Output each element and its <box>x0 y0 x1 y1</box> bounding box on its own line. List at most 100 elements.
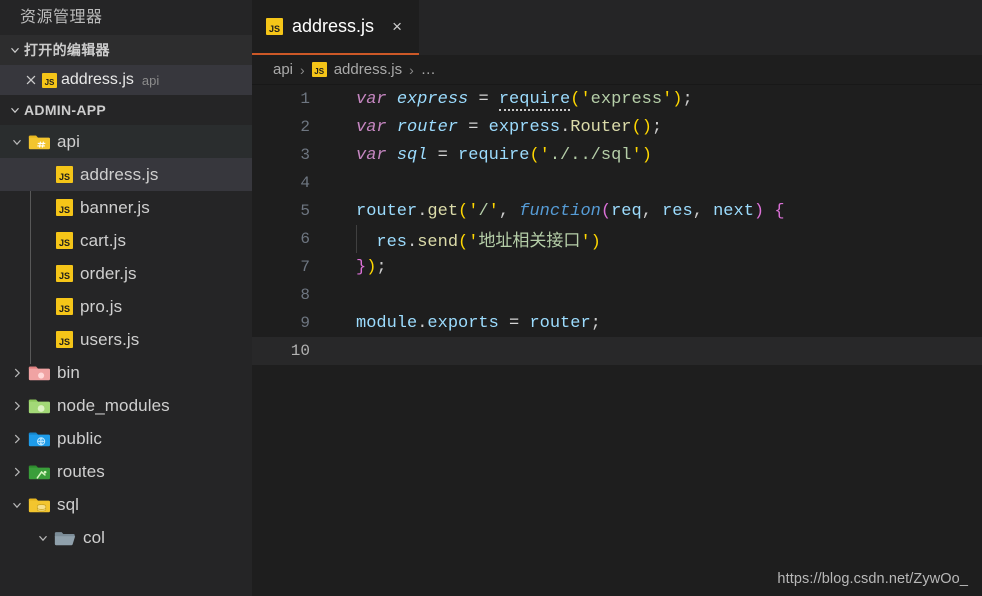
tree-item-label: node_modules <box>57 395 170 415</box>
tree-item-cart-js[interactable]: JS cart.js <box>0 224 252 257</box>
line-number: 9 <box>300 314 310 332</box>
tree-item-public[interactable]: public <box>0 422 252 455</box>
tree-item-label: bin <box>57 362 80 382</box>
chevron-down-icon <box>8 496 26 514</box>
tree-item-banner-js[interactable]: JS banner.js <box>0 191 252 224</box>
breadcrumb-item-symbols[interactable]: … <box>421 61 437 78</box>
js-file-icon: JS <box>56 232 73 249</box>
code-line[interactable]: 5 router.get('/', function(req, res, next… <box>252 197 982 225</box>
code-line[interactable]: 4 <box>252 169 982 197</box>
code-line[interactable]: 7}); <box>252 253 982 281</box>
tree-item-routes[interactable]: routes <box>0 455 252 488</box>
code-text: var router = express.Router(); <box>356 117 663 137</box>
line-number: 4 <box>300 174 310 192</box>
breadcrumb: api › JS address.js › … <box>252 55 982 85</box>
js-file-icon: JS <box>56 298 73 315</box>
code-line[interactable]: 2 var router = express.Router(); <box>252 113 982 141</box>
editor-tab-bar: JS address.js × <box>252 0 982 55</box>
folder-api-icon <box>28 133 50 151</box>
chevron-right-icon <box>8 430 26 448</box>
editor-area: JS address.js × api › JS address.js › … … <box>252 0 982 596</box>
tree-item-sql[interactable]: sql <box>0 488 252 521</box>
tree-item-address-js[interactable]: JS address.js <box>0 158 252 191</box>
folder-sql-icon <box>28 496 50 514</box>
tree-item-col[interactable]: col <box>0 521 252 554</box>
explorer-title: 资源管理器 <box>0 0 252 35</box>
code-line[interactable]: 10 <box>252 337 982 365</box>
tree-item-order-js[interactable]: JS order.js <box>0 257 252 290</box>
file-tree: api JS address.js JS banner.js JS cart.js JS ord… <box>0 125 252 596</box>
js-file-icon: JS <box>56 265 73 282</box>
js-file-icon: JS <box>56 331 73 348</box>
code-editor[interactable]: 1 var express = require('express'); 2 var r… <box>252 85 982 596</box>
line-number: 2 <box>300 118 310 136</box>
folder-node-icon <box>28 397 50 415</box>
vscode-window: 资源管理器 打开的编辑器 JS address.js api ADMIN-APP <box>0 0 982 596</box>
chevron-down-icon <box>6 41 24 59</box>
open-editor-filename: address.js <box>61 71 134 88</box>
code-line[interactable]: 9 module.exports = router; <box>252 309 982 337</box>
js-file-icon: JS <box>56 166 73 183</box>
breadcrumb-item-folder[interactable]: api <box>273 61 293 78</box>
code-line[interactable]: 8 <box>252 281 982 309</box>
js-file-icon: JS <box>311 62 327 77</box>
open-editors-label: 打开的编辑器 <box>24 42 110 58</box>
line-number: 8 <box>300 286 310 304</box>
code-line[interactable]: 1 var express = require('express'); <box>252 85 982 113</box>
code-text: router.get('/', function(req, res, next)… <box>356 201 785 221</box>
tree-item-node-modules[interactable]: node_modules <box>0 389 252 422</box>
line-number: 6 <box>300 230 310 248</box>
js-file-icon: JS <box>56 199 73 216</box>
tree-item-label: order.js <box>80 263 137 283</box>
js-file-icon: JS <box>42 72 57 88</box>
close-icon[interactable] <box>22 71 40 89</box>
open-editor-folder: api <box>141 72 160 88</box>
explorer-sidebar: 资源管理器 打开的编辑器 JS address.js api ADMIN-APP <box>0 0 252 596</box>
js-file-icon: JS <box>266 18 283 35</box>
tree-item-bin[interactable]: bin <box>0 356 252 389</box>
code-line[interactable]: 3 var sql = require('./../sql') <box>252 141 982 169</box>
chevron-right-icon <box>8 364 26 382</box>
code-text: res.send('地址相关接口') <box>376 233 601 252</box>
line-number: 10 <box>290 342 310 360</box>
tree-item-pro-js[interactable]: JS pro.js <box>0 290 252 323</box>
code-text: module.exports = router; <box>356 313 601 333</box>
line-number: 7 <box>300 258 310 276</box>
tree-item-api[interactable]: api <box>0 125 252 158</box>
tree-item-label: pro.js <box>80 296 123 316</box>
code-text: var sql = require('./../sql') <box>356 145 652 165</box>
tree-item-label: public <box>57 428 103 448</box>
breadcrumb-item-file[interactable]: address.js <box>334 61 402 78</box>
workspace-name: ADMIN-APP <box>24 102 107 118</box>
tree-item-label: users.js <box>80 329 140 349</box>
tree-item-label: col <box>83 527 106 547</box>
code-line[interactable]: 6 res.send('地址相关接口') <box>252 225 982 253</box>
chevron-down-icon <box>8 133 26 151</box>
chevron-down-icon <box>6 101 24 119</box>
tab-label: address.js <box>292 16 375 36</box>
code-text: }); <box>356 257 387 277</box>
folder-routes-icon <box>28 463 50 481</box>
line-number: 3 <box>300 146 310 164</box>
open-editor-item-address-js[interactable]: JS address.js api <box>0 65 252 95</box>
workspace-section-header[interactable]: ADMIN-APP <box>0 95 252 125</box>
chevron-right-icon <box>8 397 26 415</box>
tree-item-label: banner.js <box>80 197 150 217</box>
line-number: 5 <box>300 202 310 220</box>
open-editors-section-header[interactable]: 打开的编辑器 <box>0 35 252 65</box>
tab-address-js[interactable]: JS address.js × <box>252 0 420 55</box>
tree-item-label: api <box>57 131 80 151</box>
chevron-right-icon: › <box>300 61 305 78</box>
tree-item-label: address.js <box>80 164 159 184</box>
folder-bin-icon <box>28 364 50 382</box>
close-icon[interactable]: × <box>388 18 406 36</box>
tree-item-label: sql <box>57 494 80 514</box>
tree-item-users-js[interactable]: JS users.js <box>0 323 252 356</box>
folder-public-icon <box>28 430 50 448</box>
chevron-right-icon: › <box>409 61 414 78</box>
code-text: var express = require('express'); <box>356 89 693 111</box>
watermark-text: https://blog.csdn.net/ZywOo_ <box>777 571 968 587</box>
tree-item-label: cart.js <box>80 230 127 250</box>
tree-item-label: routes <box>57 461 105 481</box>
folder-open-icon <box>54 529 76 547</box>
